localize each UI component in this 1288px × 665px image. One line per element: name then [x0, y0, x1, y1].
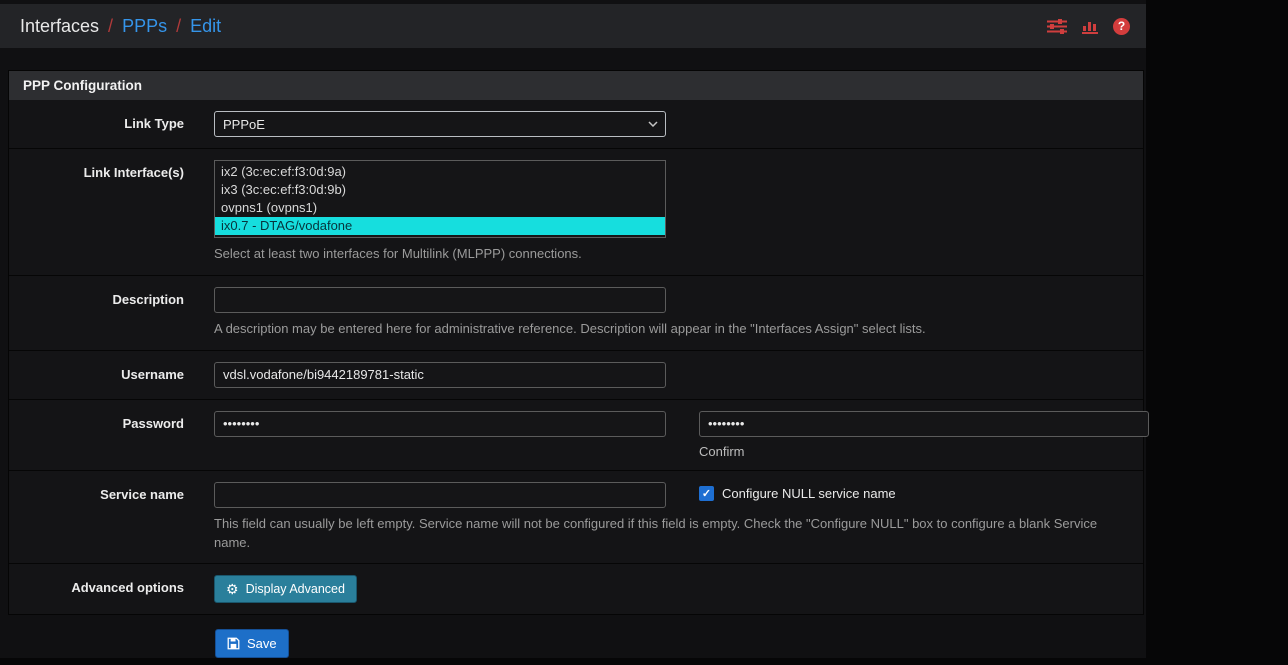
- topbar-icons: ?: [1047, 18, 1130, 35]
- save-button-label: Save: [247, 636, 277, 651]
- link-type-label: Link Type: [9, 111, 184, 137]
- breadcrumb-edit-link[interactable]: Edit: [190, 16, 221, 37]
- advanced-options-label: Advanced options: [9, 575, 184, 603]
- top-bar: Interfaces / PPPs / Edit: [0, 4, 1146, 48]
- page-container: Interfaces / PPPs / Edit: [0, 0, 1146, 658]
- save-icon: [227, 637, 240, 650]
- interface-option-ix0-7-selected[interactable]: ix0.7 - DTAG/vodafone: [215, 217, 665, 235]
- description-row: Description A description may be entered…: [9, 276, 1143, 351]
- link-interfaces-multiselect[interactable]: ix2 (3c:ec:ef:f3:0d:9a) ix3 (3c:ec:ef:f3…: [214, 160, 666, 238]
- link-type-select-wrap: PPPoE: [214, 111, 666, 137]
- service-name-input[interactable]: [214, 482, 666, 508]
- password-row: Password Confirm: [9, 400, 1143, 471]
- description-input[interactable]: [214, 287, 666, 313]
- checkbox-checked-icon[interactable]: ✓: [699, 486, 714, 501]
- description-label: Description: [9, 287, 184, 339]
- configure-null-checkbox-label[interactable]: Configure NULL service name: [722, 486, 896, 501]
- service-name-help: This field can usually be left empty. Se…: [214, 515, 1124, 553]
- password-input[interactable]: [214, 411, 666, 437]
- password-confirm-caption: Confirm: [699, 444, 1149, 459]
- interface-option-ix3[interactable]: ix3 (3c:ec:ef:f3:0d:9b): [215, 181, 665, 199]
- breadcrumb-interfaces: Interfaces: [20, 16, 99, 37]
- link-interfaces-row: Link Interface(s) ix2 (3c:ec:ef:f3:0d:9a…: [9, 149, 1143, 276]
- save-button[interactable]: Save: [215, 629, 289, 658]
- panel-title: PPP Configuration: [9, 71, 1143, 100]
- display-advanced-button-label: Display Advanced: [246, 582, 345, 596]
- password-confirm-input[interactable]: [699, 411, 1149, 437]
- display-advanced-button[interactable]: ⚙ Display Advanced: [214, 575, 357, 603]
- ppp-configuration-panel: PPP Configuration Link Type PPPoE Link I…: [8, 70, 1144, 615]
- service-name-row: Service name ✓ Configure NULL service na…: [9, 471, 1143, 565]
- username-row: Username: [9, 351, 1143, 400]
- interface-option-ovpns1[interactable]: ovpns1 (ovpns1): [215, 199, 665, 217]
- breadcrumb: Interfaces / PPPs / Edit: [20, 16, 221, 37]
- link-interfaces-label: Link Interface(s): [9, 160, 184, 264]
- bar-chart-icon[interactable]: [1082, 19, 1098, 34]
- link-interfaces-help: Select at least two interfaces for Multi…: [214, 245, 1123, 264]
- description-help: A description may be entered here for ad…: [214, 320, 1123, 339]
- advanced-options-row: Advanced options ⚙ Display Advanced: [9, 564, 1143, 614]
- configure-null-checkbox-line[interactable]: ✓ Configure NULL service name: [699, 486, 1149, 501]
- service-name-label: Service name: [9, 482, 184, 553]
- breadcrumb-separator: /: [176, 16, 181, 37]
- sliders-icon[interactable]: [1047, 19, 1067, 34]
- breadcrumb-separator: /: [108, 16, 113, 37]
- breadcrumb-ppps-link[interactable]: PPPs: [122, 16, 167, 37]
- gear-icon: ⚙: [226, 582, 239, 596]
- username-input[interactable]: [214, 362, 666, 388]
- interface-option-ix2[interactable]: ix2 (3c:ec:ef:f3:0d:9a): [215, 163, 665, 181]
- help-icon[interactable]: ?: [1113, 18, 1130, 35]
- save-bar: Save: [215, 629, 1146, 658]
- link-type-row: Link Type PPPoE: [9, 100, 1143, 149]
- password-label: Password: [9, 411, 184, 459]
- link-type-select[interactable]: PPPoE: [214, 111, 666, 137]
- username-label: Username: [9, 362, 184, 388]
